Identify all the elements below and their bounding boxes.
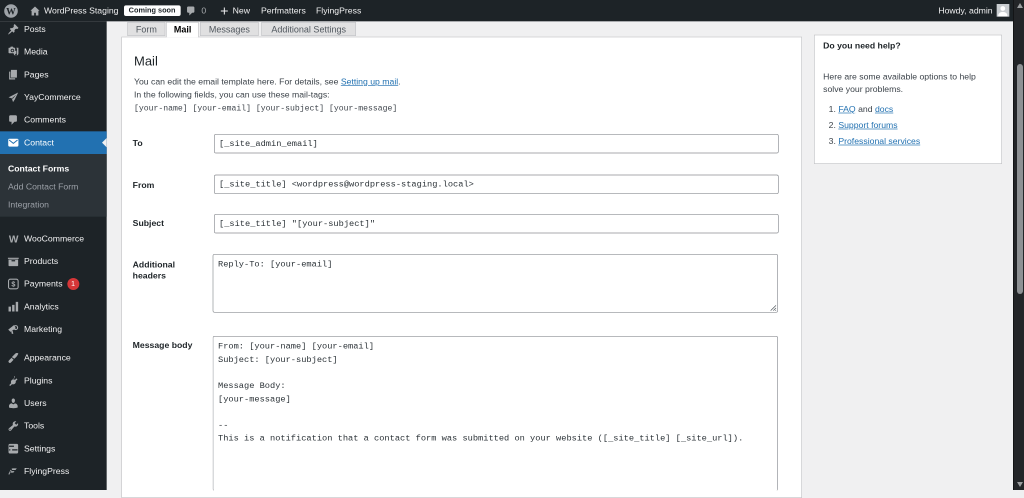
- svg-text:W: W: [9, 234, 19, 245]
- svg-text:$: $: [11, 280, 15, 289]
- svg-text:W: W: [6, 6, 16, 17]
